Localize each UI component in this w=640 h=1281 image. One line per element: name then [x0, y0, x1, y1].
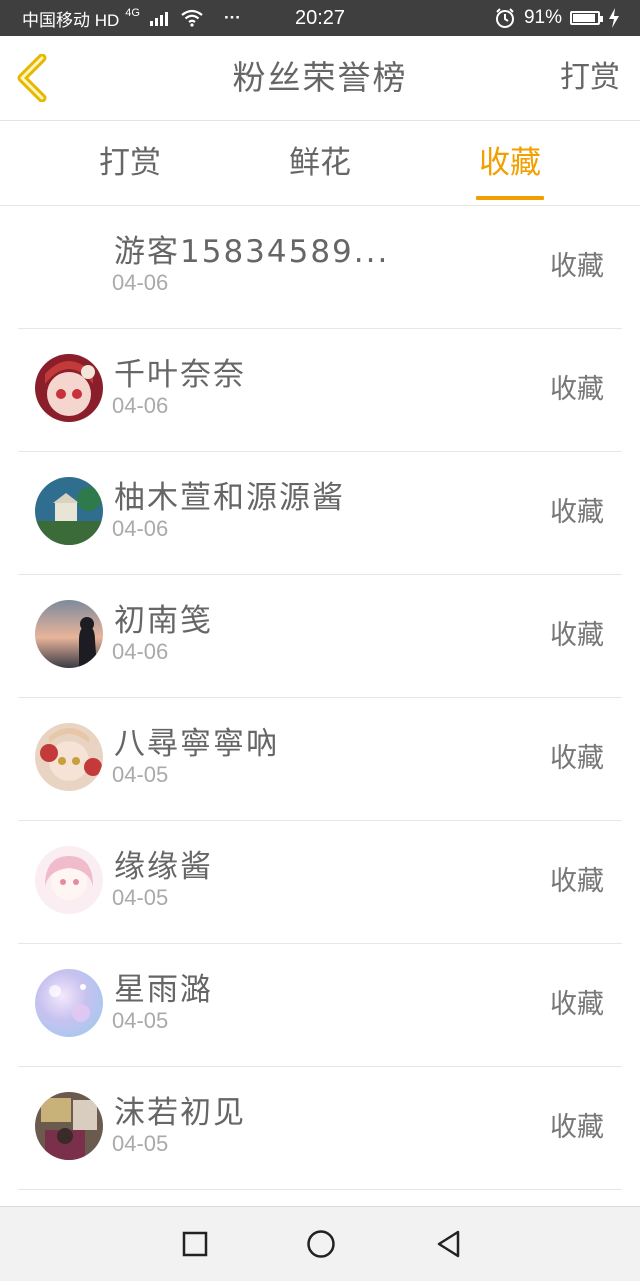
item-action: 收藏 [550, 1112, 604, 1143]
list-item[interactable]: 八尋寧寧吶 04-05 收藏 [18, 698, 622, 821]
user-name: 八尋寧寧吶 [114, 726, 279, 762]
item-date: 04-05 [112, 885, 169, 910]
tab-label: 鲜花 [289, 145, 351, 181]
user-name: 沫若初见 [114, 1095, 246, 1131]
list-item[interactable]: 千叶奈奈 04-06 收藏 [18, 329, 622, 452]
tab-active-indicator [476, 196, 544, 200]
list-item[interactable]: 缘缘酱 04-05 收藏 [18, 821, 622, 944]
avatar [35, 846, 103, 914]
avatar [35, 723, 103, 791]
item-action: 收藏 [550, 497, 604, 528]
system-nav-bar [0, 1206, 640, 1281]
tab-label: 打赏 [99, 145, 161, 181]
item-date: 04-06 [112, 639, 169, 664]
status-bar: 中国移动 HD 4G ··· 20:27 91% [0, 0, 640, 36]
fan-list: 游客15834589... 04-06 收藏 千叶奈奈 04-06 收藏 柚木萱… [0, 206, 640, 1190]
back-icon [437, 1230, 460, 1258]
battery-percent: 91% [523, 7, 562, 28]
list-item[interactable]: 柚木萱和源源酱 04-06 收藏 [18, 452, 622, 575]
item-date: 04-06 [112, 516, 169, 541]
tab-reward[interactable]: 打赏 [70, 121, 190, 205]
status-right: 91% [494, 0, 620, 36]
list-item[interactable]: 星雨潞 04-05 收藏 [18, 944, 622, 1067]
item-date: 04-06 [112, 270, 169, 295]
item-action: 收藏 [550, 989, 604, 1020]
recent-apps-icon [182, 1231, 208, 1257]
back-nav-button[interactable] [434, 1229, 464, 1259]
item-date: 04-05 [112, 1131, 169, 1156]
list-item[interactable]: 游客15834589... 04-06 收藏 [18, 206, 622, 329]
item-action: 收藏 [550, 620, 604, 651]
user-name: 游客15834589... [114, 234, 390, 270]
home-icon [307, 1230, 335, 1258]
page-title: 粉丝荣誉榜 [232, 58, 408, 97]
tab-label: 收藏 [479, 145, 541, 181]
user-name: 千叶奈奈 [114, 357, 246, 393]
user-name: 柚木萱和源源酱 [114, 480, 345, 516]
avatar [35, 600, 103, 668]
user-name: 星雨潞 [114, 972, 213, 1008]
item-date: 04-06 [112, 393, 169, 418]
reward-button[interactable]: 打赏 [560, 36, 620, 120]
tab-favorites[interactable]: 收藏 [450, 121, 570, 205]
item-date: 04-05 [112, 1008, 169, 1033]
user-name: 缘缘酱 [114, 849, 213, 885]
list-item[interactable]: 初南笺 04-06 收藏 [18, 575, 622, 698]
title-bar: 粉丝荣誉榜 打赏 [0, 36, 640, 121]
item-date: 04-05 [112, 762, 169, 787]
item-action: 收藏 [550, 743, 604, 774]
list-item[interactable]: 沫若初见 04-05 收藏 [18, 1067, 622, 1190]
recent-apps-button[interactable] [180, 1229, 210, 1259]
avatar [35, 354, 103, 422]
home-button[interactable] [306, 1229, 336, 1259]
avatar [35, 1092, 103, 1160]
alarm-icon [495, 8, 514, 28]
user-name: 初南笺 [114, 603, 213, 639]
battery-icon [570, 11, 603, 25]
avatar [35, 969, 103, 1037]
avatar [35, 477, 103, 545]
tab-bar: 打赏 鲜花 收藏 [0, 121, 640, 206]
charging-icon [609, 8, 619, 28]
tab-flowers[interactable]: 鲜花 [260, 121, 380, 205]
item-action: 收藏 [550, 374, 604, 405]
item-action: 收藏 [550, 866, 604, 897]
item-action: 收藏 [550, 251, 604, 282]
